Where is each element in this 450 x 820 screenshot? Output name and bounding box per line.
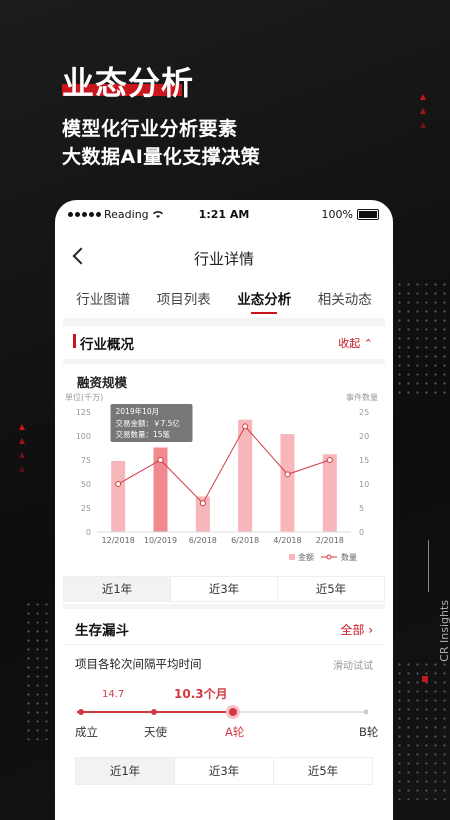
side-square-icon — [422, 676, 428, 682]
y-tick-label: 25 — [81, 504, 91, 513]
count-point — [157, 457, 164, 463]
collapse-button[interactable]: 收起 ⌃ — [338, 335, 373, 351]
triangle-icon — [19, 466, 25, 472]
section-marker — [73, 334, 76, 348]
y-tick-label: 100 — [76, 432, 91, 441]
count-point — [326, 457, 333, 463]
section-gap — [63, 318, 385, 326]
period-selector-1: 近1年 近3年 近5年 — [63, 576, 385, 602]
funnel-subtitle: 项目各轮次间隔平均时间 — [75, 657, 202, 671]
y2-tick-label: 10 — [359, 480, 369, 489]
y2-tick-label: 15 — [359, 456, 369, 465]
dot-pattern — [395, 280, 450, 400]
tab-bar: 行业图谱 项目列表 业态分析 相关动态 — [63, 282, 385, 314]
period-3y[interactable]: 近3年 — [171, 577, 278, 601]
chart-title: 融资规模 — [77, 375, 128, 390]
divider — [63, 359, 385, 364]
side-brand-label: CR Insights — [438, 600, 450, 662]
period-5y[interactable]: 近5年 — [278, 577, 384, 601]
stage-founded: 成立 — [75, 725, 98, 739]
chevron-right-icon: › — [368, 623, 373, 637]
nav-bar: 行业详情 — [55, 240, 393, 276]
y2-tick-label: 0 — [359, 528, 364, 537]
divider — [63, 644, 385, 645]
triangle-icon — [19, 424, 25, 430]
triangle-icon — [420, 122, 426, 128]
phone-screen: Reading 1:21 AM 100% 行业详情 行业图谱 项目列表 业态分析… — [55, 200, 393, 820]
count-point — [115, 481, 122, 487]
divider — [63, 604, 385, 609]
funnel-card: 生存漏斗 全部 › 项目各轮次间隔平均时间 滑动试试 14.7 10.3个月 成… — [63, 612, 385, 802]
period-1y[interactable]: 近1年 — [64, 577, 171, 601]
triangle-icon — [19, 452, 25, 458]
tab-related-news[interactable]: 相关动态 — [305, 282, 386, 314]
hero-line-1: 模型化行业分析要素 — [62, 118, 238, 140]
battery-icon — [357, 209, 379, 220]
dot-pattern — [24, 600, 54, 740]
stage-series-b: B轮 — [359, 725, 379, 739]
period-5y[interactable]: 近5年 — [274, 758, 372, 784]
funnel-timeline[interactable] — [63, 702, 385, 722]
legend-bar-swatch — [289, 554, 295, 560]
battery-percent: 100% — [321, 208, 353, 221]
x-tick-label: 2/2018 — [316, 536, 344, 545]
tab-business-analysis[interactable]: 业态分析 — [224, 282, 305, 314]
triangle-icon — [420, 108, 426, 114]
tooltip-count: 交易数量：15笔 — [116, 429, 171, 439]
y-axis-right-label: 事件数量 — [346, 392, 378, 402]
overview-header: 行业概况 收起 ⌃ — [63, 326, 385, 356]
chevron-up-icon: ⌃ — [363, 337, 373, 350]
x-tick-label: 10/2019 — [144, 536, 177, 545]
period-1y[interactable]: 近1年 — [76, 758, 175, 784]
y-axis-left-label: 单位(千万) — [65, 392, 103, 402]
hero-line-2: 大数据AI量化支撑决策 — [62, 146, 261, 168]
legend-line-label: 数量 — [341, 552, 357, 562]
overview-title: 行业概况 — [80, 337, 134, 353]
stage-angel: 天使 — [144, 725, 167, 739]
y-tick-label: 125 — [76, 408, 91, 417]
all-button[interactable]: 全部 › — [340, 621, 373, 638]
y2-tick-label: 5 — [359, 504, 364, 513]
financing-chart: 单位(千万) 事件数量1251007550250252015105012/2018… — [65, 392, 378, 562]
y-tick-label: 50 — [81, 480, 91, 489]
period-selector-2: 近1年 近3年 近5年 — [75, 757, 373, 785]
slide-hint: 滑动试试 — [333, 661, 373, 672]
side-divider — [428, 540, 429, 592]
overview-card: 行业概况 收起 ⌃ 融资规模 单位(千万) 事件数量 125 100 75 50 25 0 25… — [63, 326, 385, 606]
triangle-icon — [420, 94, 426, 100]
interval-value-main: 10.3个月 — [174, 687, 228, 701]
tooltip-title: 2019年10月 — [116, 406, 160, 416]
legend-bar-label: 金额 — [298, 552, 314, 562]
count-point — [199, 500, 206, 507]
status-bar: Reading 1:21 AM 100% — [55, 200, 393, 228]
tab-project-list[interactable]: 项目列表 — [144, 282, 225, 314]
funnel-title: 生存漏斗 — [75, 623, 129, 639]
hero-title: 业态分析 — [62, 64, 195, 102]
x-tick-label: 6/2018 — [189, 536, 217, 545]
bar — [280, 434, 295, 532]
y-tick-label: 75 — [81, 456, 91, 465]
triangle-icon — [19, 438, 25, 444]
tab-industry-map[interactable]: 行业图谱 — [63, 282, 144, 314]
x-tick-label: 12/2018 — [102, 536, 135, 545]
stage-series-a: A轮 — [225, 725, 245, 739]
count-point — [284, 471, 291, 478]
all-label: 全部 — [340, 623, 365, 637]
bar — [322, 454, 337, 532]
bar — [238, 419, 253, 532]
bar — [111, 460, 126, 532]
interval-value-small: 14.7 — [102, 689, 125, 700]
page-title: 行业详情 — [193, 250, 254, 268]
collapse-label: 收起 — [338, 337, 361, 350]
x-tick-label: 6/2018 — [231, 536, 259, 545]
count-point — [242, 423, 249, 430]
y2-tick-label: 20 — [359, 432, 369, 441]
period-3y[interactable]: 近3年 — [175, 758, 274, 784]
x-tick-label: 4/2018 — [273, 536, 301, 545]
legend-line-point — [326, 554, 332, 560]
tooltip-amount: 交易金额：￥7.5亿 — [116, 418, 181, 428]
y-tick-label: 0 — [86, 528, 91, 537]
y2-tick-label: 25 — [359, 408, 369, 417]
funnel-header: 生存漏斗 全部 › — [63, 612, 385, 642]
